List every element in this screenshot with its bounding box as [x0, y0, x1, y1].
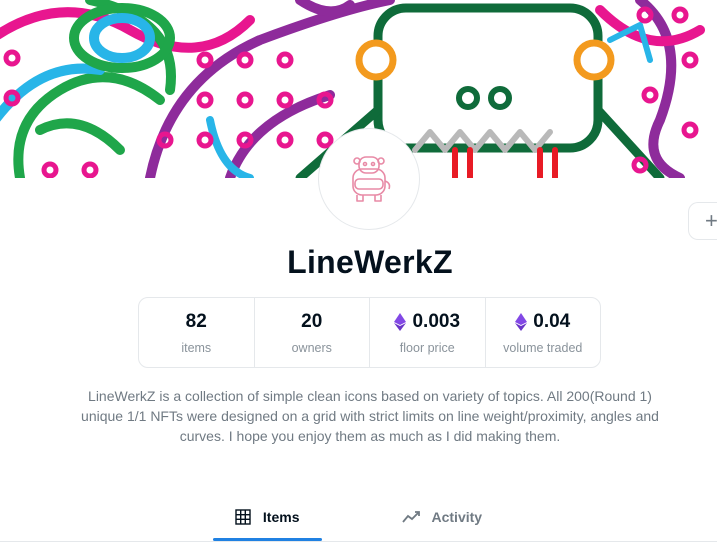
collection-tabs: Items Activity: [0, 495, 717, 542]
collection-description: LineWerkZ is a collection of simple clea…: [81, 388, 659, 444]
ethereum-icon: [515, 312, 528, 331]
stat-volume-traded[interactable]: 0.04 volume traded: [486, 298, 601, 367]
stat-floor-price[interactable]: 0.003 floor price: [370, 298, 486, 367]
grid-icon: [235, 509, 251, 525]
ethereum-icon: [394, 312, 407, 331]
stat-label: owners: [291, 340, 332, 355]
stat-label: volume traded: [503, 340, 583, 355]
stat-owners[interactable]: 20 owners: [255, 298, 370, 367]
stat-label: floor price: [399, 340, 455, 355]
collection-avatar: [318, 128, 420, 230]
hippo-logo-icon: [352, 156, 391, 202]
collection-title: LineWerkZ: [287, 244, 453, 280]
tab-label: Items: [262, 509, 300, 525]
collection-stats: 82 items 20 owners 0.003 floor price 0.0…: [138, 297, 601, 368]
activity-chart-icon: [401, 511, 420, 523]
stat-value: 0.003: [412, 310, 461, 332]
stat-value: 82: [185, 310, 207, 332]
tab-activity[interactable]: Activity: [380, 495, 505, 539]
side-action-button[interactable]: +: [688, 202, 717, 240]
tab-items[interactable]: Items: [212, 495, 322, 541]
stat-value: 20: [301, 310, 323, 332]
stat-value: 0.04: [533, 310, 571, 332]
stat-label: items: [181, 340, 212, 355]
tab-label: Activity: [431, 509, 483, 525]
stat-items[interactable]: 82 items: [139, 298, 255, 367]
